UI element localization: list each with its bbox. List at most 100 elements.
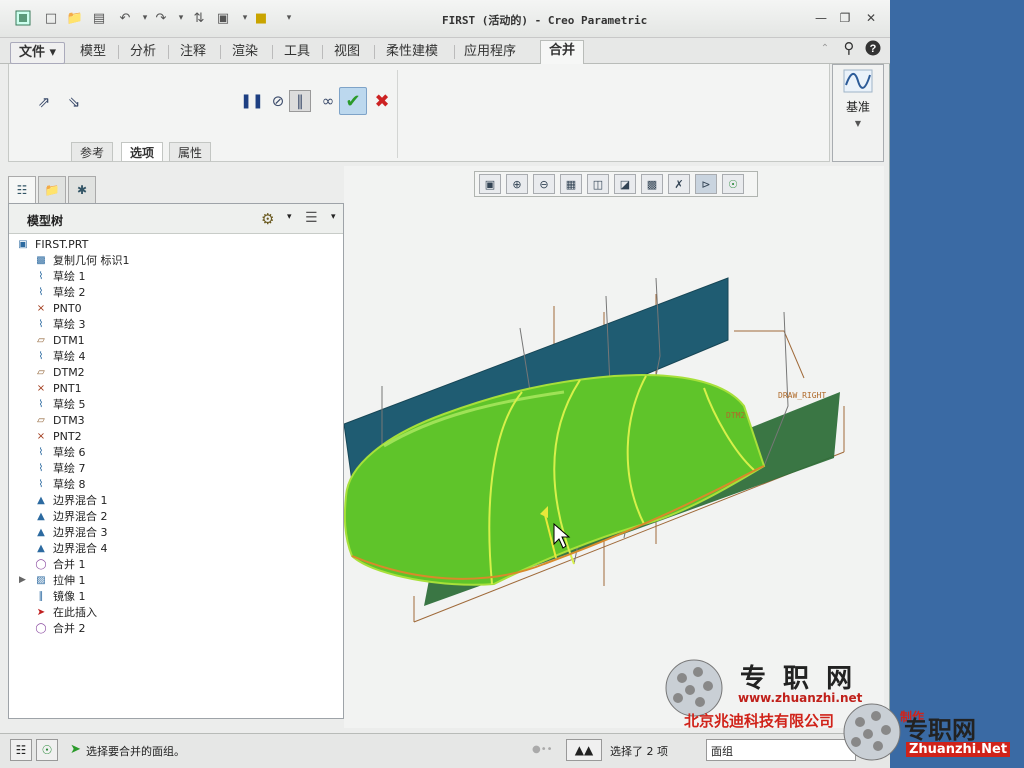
tree-item-label: 草绘 1 (53, 270, 86, 283)
tree-item[interactable]: ⌇ 草绘 5 (33, 396, 86, 412)
subtab-references[interactable]: 参考 (71, 142, 114, 162)
swap-side-icon[interactable]: ⇘ (63, 91, 85, 113)
plane-icon: ▱ (37, 414, 45, 426)
tab-merge[interactable]: 合并 (540, 40, 585, 65)
view-manager-icon[interactable]: ▩ (641, 174, 663, 194)
tree-settings-icon[interactable]: ⚙ (261, 210, 274, 228)
search-icon[interactable]: ⚲ (840, 39, 858, 57)
tree-item-label: 合并 2 (53, 622, 86, 635)
tab-annotate[interactable]: 注释 (172, 42, 214, 64)
swap-direction-icon[interactable]: ⇗ (33, 91, 55, 113)
tab-view[interactable]: 视图 (326, 42, 368, 64)
zoom-in-icon[interactable]: ⊕ (506, 174, 528, 194)
tree-item[interactable]: ⌇ 草绘 7 (33, 460, 86, 476)
point-icon: × (36, 430, 46, 442)
tree-item[interactable]: ▲ 边界混合 2 (33, 508, 107, 524)
pause-icon[interactable]: ❚❚ (240, 90, 263, 112)
merge-icon: ◯ (35, 622, 47, 634)
tree-item[interactable]: ▱ DTM3 (33, 412, 85, 428)
tree-item[interactable]: ➤ 在此插入 (33, 604, 97, 620)
close-icon[interactable]: ✕ (862, 10, 880, 26)
tree-item[interactable]: ⌇ 草绘 3 (33, 316, 86, 332)
datum-button[interactable]: 基准 ▼ (832, 64, 884, 162)
tree-item[interactable]: ▲ 边界混合 4 (33, 540, 108, 556)
folder-browser-tab-icon[interactable]: 📁 (38, 176, 66, 204)
tab-model[interactable]: 模型 (72, 42, 114, 64)
subtab-options[interactable]: 选项 (121, 142, 164, 162)
save-icon[interactable]: ▤ (90, 9, 108, 27)
new-file-icon[interactable]: □ (42, 9, 60, 27)
tree-item[interactable]: ⌇ 草绘 2 (33, 284, 86, 300)
tree-item-label: 边界混合 4 (53, 542, 108, 555)
feature-preview-icon[interactable]: ∥ (289, 90, 311, 112)
tree-filters-icon[interactable]: ☰ (305, 210, 318, 226)
redo-dropdown-icon[interactable]: ▾ (172, 9, 190, 27)
tree-item[interactable]: ⌇ 草绘 1 (33, 268, 86, 284)
saved-orientations-icon[interactable]: ◪ (614, 174, 636, 194)
tab-separator (322, 45, 323, 59)
model-tree-title: 模型树 (27, 214, 64, 228)
redo-icon[interactable]: ↷ (152, 9, 170, 27)
datum-display-icon[interactable]: ✗ (668, 174, 690, 194)
spin-center-icon[interactable]: ⊳ (695, 174, 717, 194)
favorites-tab-icon[interactable]: ✱ (68, 176, 96, 204)
confirm-icon[interactable]: ✔ (339, 87, 367, 115)
close-window-folder-icon[interactable]: ■ (252, 9, 270, 27)
tree-item[interactable]: ⌇ 草绘 4 (33, 348, 86, 364)
windows-icon[interactable]: ▣ (214, 9, 232, 27)
toggle-navigator-icon[interactable]: ☷ (10, 739, 32, 761)
tree-item[interactable]: ▩ 复制几何 标识1 (33, 252, 129, 268)
tree-item[interactable]: ▶ ▨ 拉伸 1 (19, 572, 86, 588)
tab-flexible-modeling[interactable]: 柔性建模 (378, 42, 446, 64)
tree-item[interactable]: × PNT1 (33, 380, 82, 396)
zoom-out-icon[interactable]: ⊖ (533, 174, 555, 194)
tree-item[interactable]: × PNT2 (33, 428, 82, 444)
tree-item[interactable]: ▱ DTM1 (33, 332, 85, 348)
tree-settings-dropdown-icon[interactable]: ▾ (287, 212, 292, 222)
display-style-icon[interactable]: ◫ (587, 174, 609, 194)
datum-dropdown-icon[interactable]: ▼ (833, 119, 883, 128)
tree-item-label: 边界混合 1 (53, 494, 108, 507)
open-folder-icon[interactable]: 📁 (66, 9, 84, 27)
toggle-browser-icon[interactable]: ☉ (36, 739, 58, 761)
help-icon[interactable]: ? (864, 39, 882, 57)
customize-toolbar-icon[interactable]: ▾ (280, 9, 298, 27)
tab-applications[interactable]: 应用程序 (456, 42, 524, 64)
minimize-ribbon-icon[interactable]: ⌃ (816, 39, 834, 57)
model-tree-tab-icon[interactable]: ☷ (8, 176, 36, 204)
maximize-icon[interactable]: ❐ (836, 10, 854, 26)
tree-item[interactable]: ◯ 合并 1 (33, 556, 85, 572)
tree-item[interactable]: ∥ 镜像 1 (33, 588, 86, 604)
tree-item[interactable]: × PNT0 (33, 300, 82, 316)
tab-render[interactable]: 渲染 (224, 42, 266, 64)
undo-icon[interactable]: ↶ (116, 9, 134, 27)
find-icon[interactable]: ▲▲ (566, 739, 602, 761)
refit-icon[interactable]: ▣ (479, 174, 501, 194)
tree-item[interactable]: ⌇ 草绘 8 (33, 476, 86, 492)
subtab-properties[interactable]: 属性 (169, 142, 212, 162)
expand-arrow-icon[interactable]: ▶ (19, 575, 26, 585)
tree-filters-dropdown-icon[interactable]: ▾ (331, 212, 336, 222)
sketch-icon: ⌇ (38, 350, 44, 362)
tree-item[interactable]: ▣ FIRST.PRT (15, 236, 88, 252)
no-preview-icon[interactable]: ⊘ (267, 90, 289, 112)
tree-item[interactable]: ◯ 合并 2 (33, 620, 86, 636)
graphics-viewport[interactable]: DRAW_RIGHT DTM2 (343, 166, 884, 728)
plane-icon: ▱ (37, 334, 45, 346)
tree-item[interactable]: ▲ 边界混合 1 (33, 492, 108, 508)
minimize-icon[interactable]: — (812, 10, 830, 26)
tree-item[interactable]: ⌇ 草绘 6 (33, 444, 86, 460)
annotation-display-icon[interactable]: ☉ (722, 174, 744, 194)
tree-item-label: 草绘 4 (53, 350, 86, 363)
tree-item[interactable]: ▱ DTM2 (33, 364, 85, 380)
ribbon-divider (397, 70, 398, 158)
selection-filter-select[interactable]: 面组 (706, 739, 856, 761)
tab-analysis[interactable]: 分析 (122, 42, 164, 64)
tree-item[interactable]: ▲ 边界混合 3 (33, 524, 107, 540)
regenerate-icon[interactable]: ⇅ (190, 9, 208, 27)
repaint-icon[interactable]: ▦ (560, 174, 582, 194)
sketch-icon: ⌇ (38, 398, 44, 410)
cancel-icon[interactable]: ✖ (371, 90, 393, 112)
tab-tools[interactable]: 工具 (276, 42, 318, 64)
tab-file[interactable]: 文件 ▾ (10, 42, 66, 64)
